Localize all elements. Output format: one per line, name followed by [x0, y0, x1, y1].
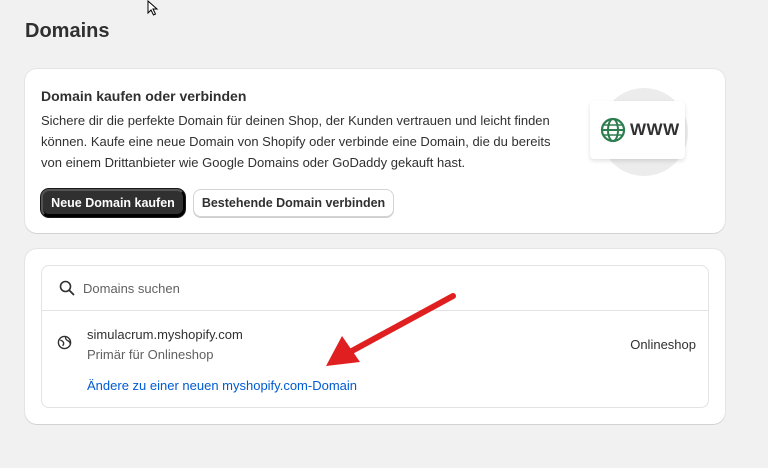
search-icon	[59, 280, 75, 296]
cursor-icon	[147, 0, 159, 16]
domains-list-card: simulacrum.myshopify.com Primär für Onli…	[25, 249, 725, 424]
connect-domain-button[interactable]: Bestehende Domain verbinden	[193, 189, 394, 217]
card-heading: Domain kaufen oder verbinden	[41, 88, 247, 104]
domain-illustration: WWW	[590, 86, 690, 180]
www-text: WWW	[630, 120, 680, 139]
change-myshopify-domain-link[interactable]: Ändere zu einer neuen myshopify.com-Doma…	[87, 378, 357, 393]
domain-globe-icon	[57, 335, 72, 350]
domain-channel: Onlineshop	[630, 337, 696, 352]
domains-list: simulacrum.myshopify.com Primär für Onli…	[41, 265, 709, 408]
search-input[interactable]	[83, 280, 643, 296]
buy-domain-button[interactable]: Neue Domain kaufen	[41, 189, 185, 217]
domain-subtitle: Primär für Onlineshop	[87, 347, 214, 362]
domain-intro-card: Domain kaufen oder verbinden Sichere dir…	[25, 69, 725, 233]
card-description: Sichere dir die perfekte Domain für dein…	[41, 113, 551, 170]
page-title: Domains	[25, 20, 110, 42]
search-bar[interactable]	[42, 266, 708, 311]
domain-name: simulacrum.myshopify.com	[87, 327, 243, 342]
illustration-card: WWW	[590, 101, 685, 159]
globe-icon	[600, 117, 626, 143]
